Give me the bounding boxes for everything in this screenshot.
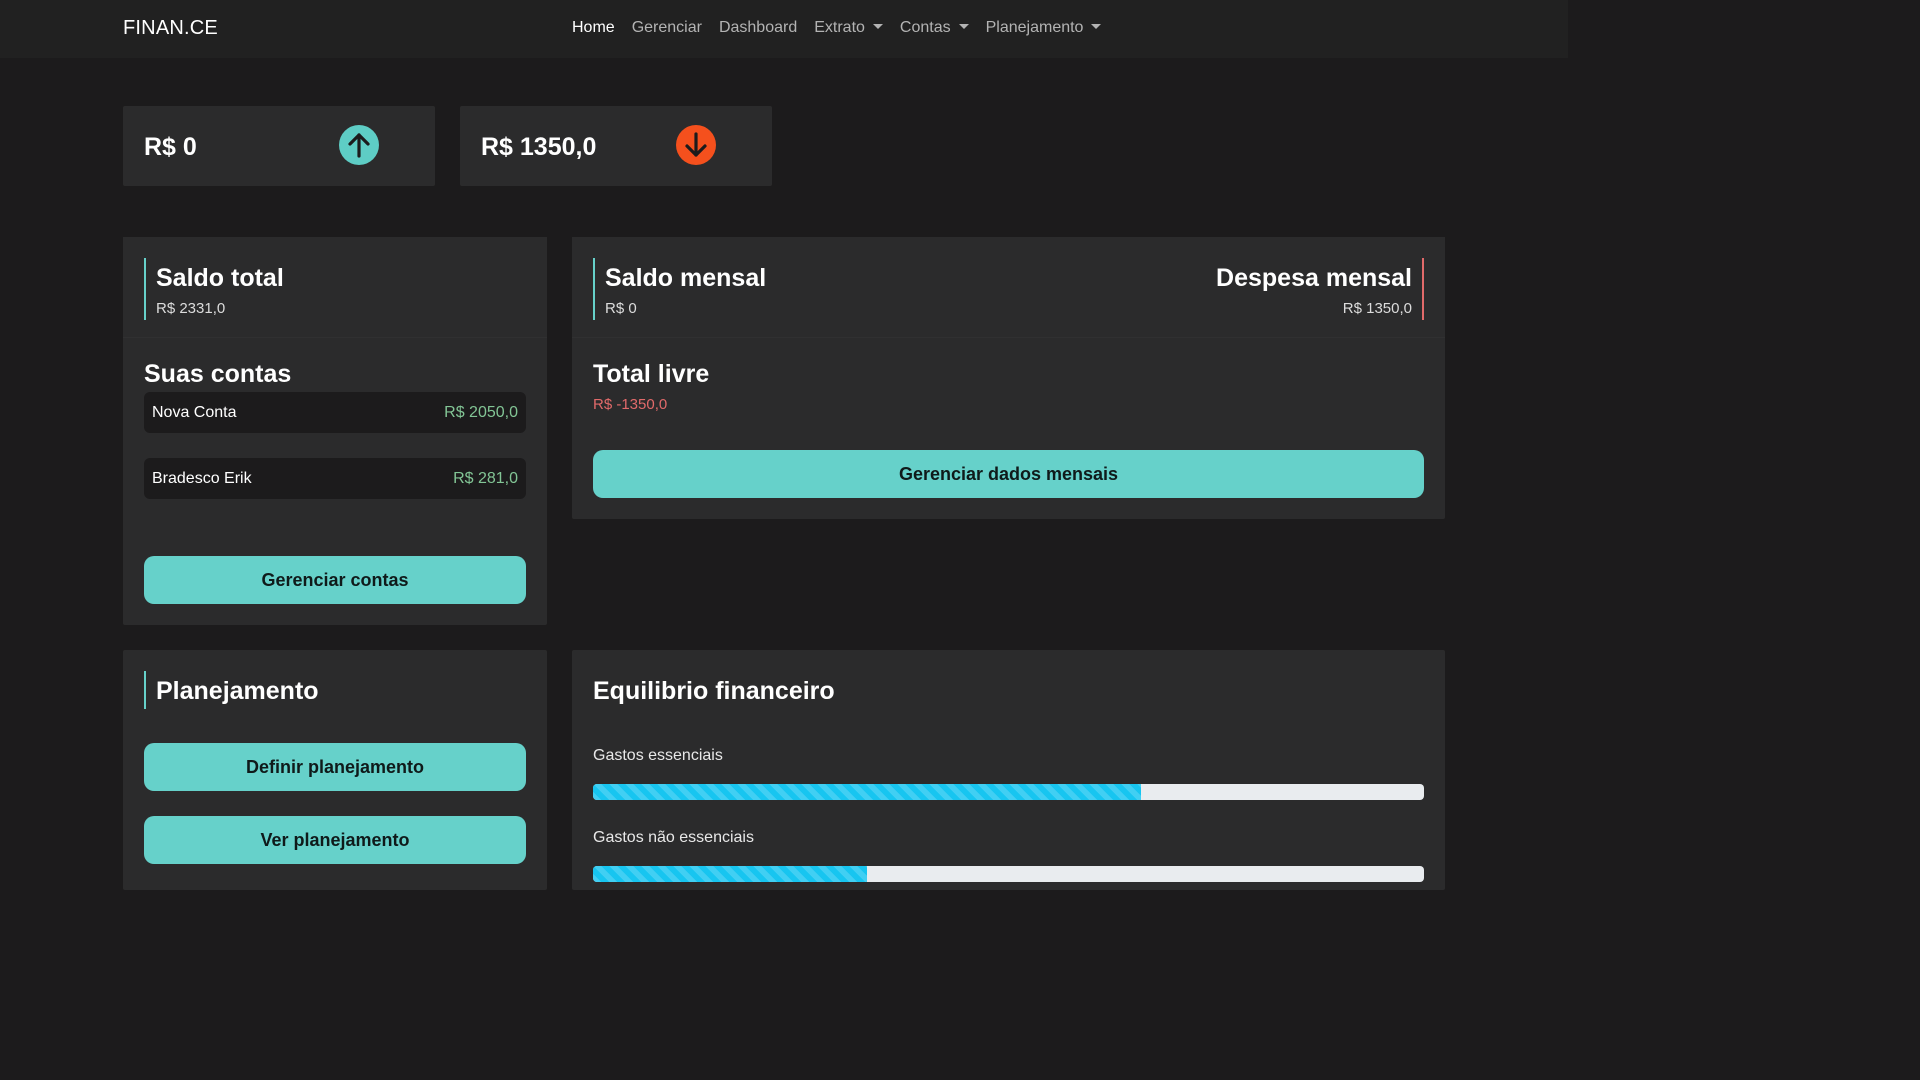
planning-title: Planejamento — [156, 677, 319, 705]
expense-summary-card: R$ 1350,0 — [460, 106, 772, 186]
accounts-title: Suas contas — [144, 360, 292, 388]
account-balance: R$ 2050,0 — [444, 404, 518, 421]
income-summary-card: R$ 0 — [123, 106, 435, 186]
brand-logo[interactable]: FINAN.CE — [123, 17, 218, 40]
nav-extrato-dropdown[interactable]: Extrato — [814, 19, 883, 37]
nav-contas-dropdown[interactable]: Contas — [900, 19, 969, 37]
account-name: Nova Conta — [152, 404, 237, 421]
nav-gerenciar[interactable]: Gerenciar — [632, 19, 702, 37]
balance-total-title: Saldo total — [156, 264, 284, 292]
danger-bar — [1422, 258, 1424, 320]
non-essential-expenses-progress-fill — [593, 866, 868, 882]
view-planning-button[interactable]: Ver planejamento — [144, 816, 526, 864]
account-item[interactable]: Nova Conta R$ 2050,0 — [144, 392, 526, 433]
expense-amount: R$ 1350,0 — [481, 133, 597, 161]
essential-expenses-label: Gastos essenciais — [593, 747, 723, 764]
financial-balance-card: Equilibrio financeiro Gastos essenciais … — [572, 650, 1445, 890]
nav-planejamento-label: Planejamento — [985, 19, 1084, 36]
nav-home[interactable]: Home — [572, 19, 615, 37]
non-essential-expenses-progress — [593, 866, 1424, 882]
manage-accounts-button[interactable]: Gerenciar contas — [144, 556, 526, 604]
monthly-expense-title: Despesa mensal — [1216, 264, 1412, 292]
caret-down-icon — [958, 24, 969, 29]
accent-bar — [593, 258, 595, 320]
arrow-down-circle-icon — [676, 125, 716, 165]
nav-contas-label: Contas — [899, 19, 951, 36]
caret-down-icon — [1091, 24, 1102, 29]
top-navbar: FINAN.CE Home Gerenciar Dashboard Extrat… — [0, 0, 1568, 58]
account-balance: R$ 281,0 — [453, 470, 518, 487]
monthly-balance-value: R$ 0 — [605, 300, 637, 317]
essential-expenses-progress — [593, 784, 1424, 800]
nav-gerenciar-label: Gerenciar — [631, 19, 702, 36]
monthly-card-header: Saldo mensal R$ 0 Despesa mensal R$ 1350… — [572, 237, 1445, 338]
nav-extrato-label: Extrato — [814, 19, 865, 36]
arrow-up-circle-icon — [339, 125, 379, 165]
nav-dashboard[interactable]: Dashboard — [719, 19, 797, 37]
manage-monthly-data-button[interactable]: Gerenciar dados mensais — [593, 450, 1424, 498]
income-amount: R$ 0 — [144, 133, 197, 161]
account-item[interactable]: Bradesco Erik R$ 281,0 — [144, 458, 526, 499]
monthly-card: Saldo mensal R$ 0 Despesa mensal R$ 1350… — [572, 237, 1445, 519]
nav-dashboard-label: Dashboard — [718, 19, 798, 36]
financial-balance-title: Equilibrio financeiro — [593, 677, 835, 705]
main-nav: Home Gerenciar Dashboard Extrato Contas … — [572, 19, 1118, 37]
accent-bar — [144, 671, 146, 709]
monthly-expense-value: R$ 1350,0 — [1342, 300, 1412, 317]
accent-bar — [144, 258, 146, 320]
essential-expenses-progress-fill — [593, 784, 1142, 800]
account-name: Bradesco Erik — [152, 470, 252, 487]
balance-card-header: Saldo total R$ 2331,0 — [123, 237, 547, 338]
define-planning-button[interactable]: Definir planejamento — [144, 743, 526, 791]
balance-card: Saldo total R$ 2331,0 Suas contas Nova C… — [123, 237, 547, 625]
nav-planejamento-dropdown[interactable]: Planejamento — [986, 19, 1102, 37]
balance-total-value: R$ 2331,0 — [156, 300, 226, 317]
monthly-balance-title: Saldo mensal — [605, 264, 767, 292]
free-total-value: R$ -1350,0 — [593, 396, 668, 413]
non-essential-expenses-label: Gastos não essenciais — [593, 829, 754, 846]
planning-card: Planejamento Definir planejamento Ver pl… — [123, 650, 547, 890]
caret-down-icon — [872, 24, 883, 29]
free-total-title: Total livre — [593, 360, 710, 388]
nav-home-label: Home — [572, 19, 615, 36]
